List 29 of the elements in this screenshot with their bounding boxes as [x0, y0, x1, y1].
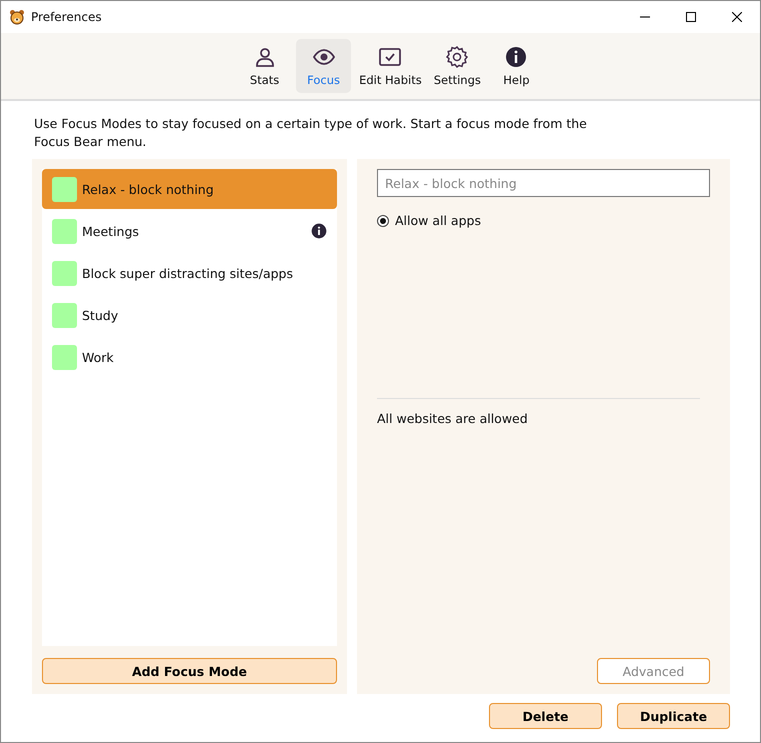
toolbar-tab[interactable]: Stats [237, 39, 292, 93]
radio-button[interactable] [377, 214, 389, 226]
mode-name: Relax - block nothing [82, 182, 215, 196]
mode-name: Work [82, 350, 115, 364]
mode-name: Study [82, 308, 120, 322]
name-field[interactable]: Relax - block nothing [377, 169, 710, 197]
mode-item[interactable]: Work [42, 337, 337, 377]
action-button[interactable]: Duplicate [617, 703, 730, 729]
description-text: Use Focus Modes to stay focused on a certain type of work. Start a focus mode from the Focus Bear menu. [34, 115, 588, 151]
toolbar-tab[interactable]: Help [488, 39, 544, 93]
mode-item[interactable]: Study [42, 295, 337, 335]
mode-item[interactable]: Meetings [42, 211, 337, 251]
settings-icon [445, 45, 470, 69]
checkbox-icon [378, 45, 402, 69]
mode-name: Meetings [82, 224, 140, 238]
websites-text: All websites are allowed [377, 411, 529, 426]
radio-label: Allow all apps [395, 213, 481, 228]
mode-item[interactable]: Block super distracting sites/apps [42, 253, 337, 293]
action-button[interactable]: Delete [489, 703, 602, 729]
info-icon [504, 45, 528, 69]
toolbar-tab[interactable]: Settings [430, 39, 485, 93]
mode-item[interactable]: Relax - block nothing [42, 169, 337, 209]
bear-logo-icon [9, 9, 25, 25]
info-icon[interactable] [311, 223, 327, 239]
mode-name: Block super distracting sites/apps [82, 266, 294, 280]
window-title: Preferences [31, 10, 102, 24]
toolbar-tab[interactable]: Edit Habits [355, 39, 426, 93]
add-focus-mode-button[interactable]: Add Focus Mode [42, 658, 337, 684]
toolbar-tab[interactable]: Focus [296, 39, 352, 93]
